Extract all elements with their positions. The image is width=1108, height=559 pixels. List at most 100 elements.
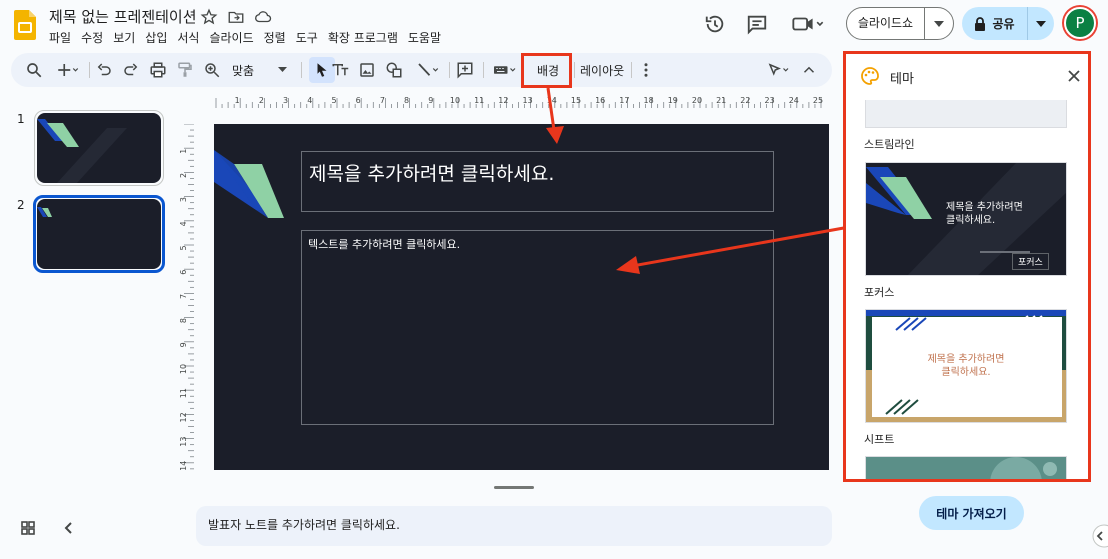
ruler-label: 1: [180, 149, 188, 154]
ruler-label: 8: [404, 96, 409, 105]
meet-video-icon[interactable]: [790, 13, 826, 35]
paint-format-icon[interactable]: [176, 61, 194, 79]
star-icon[interactable]: [200, 8, 218, 26]
ruler-label: 5: [180, 245, 188, 250]
ruler-label: 13: [180, 437, 188, 447]
slides-logo-icon[interactable]: [14, 10, 36, 40]
ruler-label: 4: [180, 221, 188, 226]
ruler-label: 8: [180, 318, 188, 323]
redo-icon[interactable]: [122, 61, 140, 79]
menu-arrange[interactable]: 정렬: [259, 28, 291, 47]
grid-view-icon[interactable]: [20, 520, 36, 536]
toolbar-divider: [89, 62, 90, 78]
new-slide-icon[interactable]: [54, 61, 82, 79]
ruler-label: 9: [428, 96, 433, 105]
annotation-arrow: [546, 87, 564, 144]
caret-down-icon: [278, 67, 287, 72]
menu-slide[interactable]: 슬라이드: [204, 28, 258, 47]
menu-help[interactable]: 도움말: [403, 28, 446, 47]
add-comment-icon[interactable]: [456, 61, 474, 79]
highlight-box-theme-panel: [843, 51, 1091, 482]
search-menus-icon[interactable]: [25, 61, 43, 79]
import-theme-button[interactable]: 테마 가져오기: [919, 496, 1024, 530]
slideshow-label[interactable]: 슬라이드쇼: [847, 8, 925, 39]
menu-tools[interactable]: 도구: [291, 28, 323, 47]
slide-canvas[interactable]: 제목을 추가하려면 클릭하세요. 텍스트를 추가하려면 클릭하세요.: [214, 124, 829, 470]
ruler-label: 16: [595, 96, 605, 105]
shape-icon[interactable]: [385, 61, 403, 79]
ruler-label: 2: [259, 96, 264, 105]
collapse-toolbar-icon[interactable]: [800, 61, 818, 79]
slide-thumbnail-1[interactable]: [34, 110, 164, 186]
ruler-label: 13: [523, 96, 533, 105]
annotation-arrow: [616, 222, 867, 274]
share-dropdown[interactable]: [1028, 20, 1054, 27]
menu-view[interactable]: 보기: [108, 28, 140, 47]
ruler-label: 9: [180, 342, 188, 347]
menu-format[interactable]: 서식: [172, 28, 204, 47]
slide-number: 2: [17, 198, 25, 212]
horizontal-ruler: 1 2 3 4 5 6 7 8 9 10 11 12 13 14 15 16 17 18 19 20 21 22 23 24 2…: [215, 96, 823, 108]
toolbar-divider: [449, 62, 450, 78]
menu-edit[interactable]: 수정: [76, 28, 108, 47]
ruler-label: 11: [180, 388, 188, 398]
ruler-label: 15: [571, 96, 581, 105]
highlight-box-background: [521, 53, 572, 88]
toolbar: 맞춤 배경 레이아웃: [11, 53, 832, 87]
share-button[interactable]: 공유: [962, 7, 1054, 40]
menu-insert[interactable]: 삽입: [140, 28, 172, 47]
focus-theme-graphic: [37, 119, 127, 183]
focus-theme-graphic: [214, 150, 284, 218]
ruler-label: 14: [180, 461, 188, 470]
input-tools-icon[interactable]: [489, 61, 523, 79]
menu-file[interactable]: 파일: [44, 28, 76, 47]
side-panel-toggle-icon[interactable]: [1088, 524, 1108, 548]
ruler-label: 20: [692, 96, 702, 105]
caret-down-icon: [1036, 20, 1046, 27]
title-placeholder[interactable]: 제목을 추가하려면 클릭하세요.: [301, 151, 774, 212]
document-title[interactable]: 제목 없는 프레젠테이션: [49, 6, 197, 27]
comments-icon[interactable]: [746, 13, 768, 35]
line-icon[interactable]: [413, 61, 443, 79]
toolbar-divider: [574, 62, 575, 78]
ruler-label: 6: [180, 270, 188, 275]
avatar[interactable]: P: [1064, 7, 1096, 39]
menu-extensions[interactable]: 확장 프로그램: [323, 28, 403, 47]
ruler-label: 7: [380, 96, 385, 105]
ruler-label: 11: [474, 96, 484, 105]
lock-icon: [975, 16, 986, 31]
ruler-label: 22: [740, 96, 750, 105]
slideshow-button[interactable]: 슬라이드쇼: [846, 7, 954, 40]
ruler-label: 24: [789, 96, 799, 105]
ruler-label: 18: [644, 96, 654, 105]
speaker-notes[interactable]: 발표자 노트를 추가하려면 클릭하세요.: [196, 506, 832, 546]
slideshow-dropdown[interactable]: [925, 20, 953, 27]
ruler-label: 4: [307, 96, 312, 105]
layout-button[interactable]: 레이아웃: [580, 62, 624, 79]
text-box-icon[interactable]: [329, 61, 351, 79]
ruler-label: 21: [716, 96, 726, 105]
insert-image-icon[interactable]: [358, 61, 376, 79]
menu-bar: 파일 수정 보기 삽입 서식 슬라이드 정렬 도구 확장 프로그램 도움말: [44, 28, 446, 47]
slide-thumbnail-2[interactable]: [33, 195, 165, 273]
more-options-icon[interactable]: [637, 61, 655, 79]
share-label: 공유: [992, 17, 1015, 31]
ruler-label: 25: [813, 96, 823, 105]
collapse-filmstrip-icon[interactable]: [62, 520, 76, 536]
zoom-icon[interactable]: [203, 61, 221, 79]
cloud-saved-icon[interactable]: [254, 8, 272, 26]
print-icon[interactable]: [149, 61, 167, 79]
ruler-label: 5: [331, 96, 336, 105]
pen-tool-icon[interactable]: [763, 61, 795, 79]
share-main[interactable]: 공유: [962, 7, 1028, 40]
ruler-label: 17: [619, 96, 629, 105]
move-to-folder-icon[interactable]: [227, 8, 245, 26]
version-history-icon[interactable]: [704, 13, 726, 35]
ruler-label: 19: [668, 96, 678, 105]
ruler-label: 2: [180, 173, 188, 178]
notes-resize-handle[interactable]: [494, 486, 534, 489]
focus-theme-graphic: [37, 207, 52, 217]
undo-icon[interactable]: [95, 61, 113, 79]
ruler-label: 23: [765, 96, 775, 105]
zoom-select[interactable]: 맞춤: [232, 62, 298, 79]
